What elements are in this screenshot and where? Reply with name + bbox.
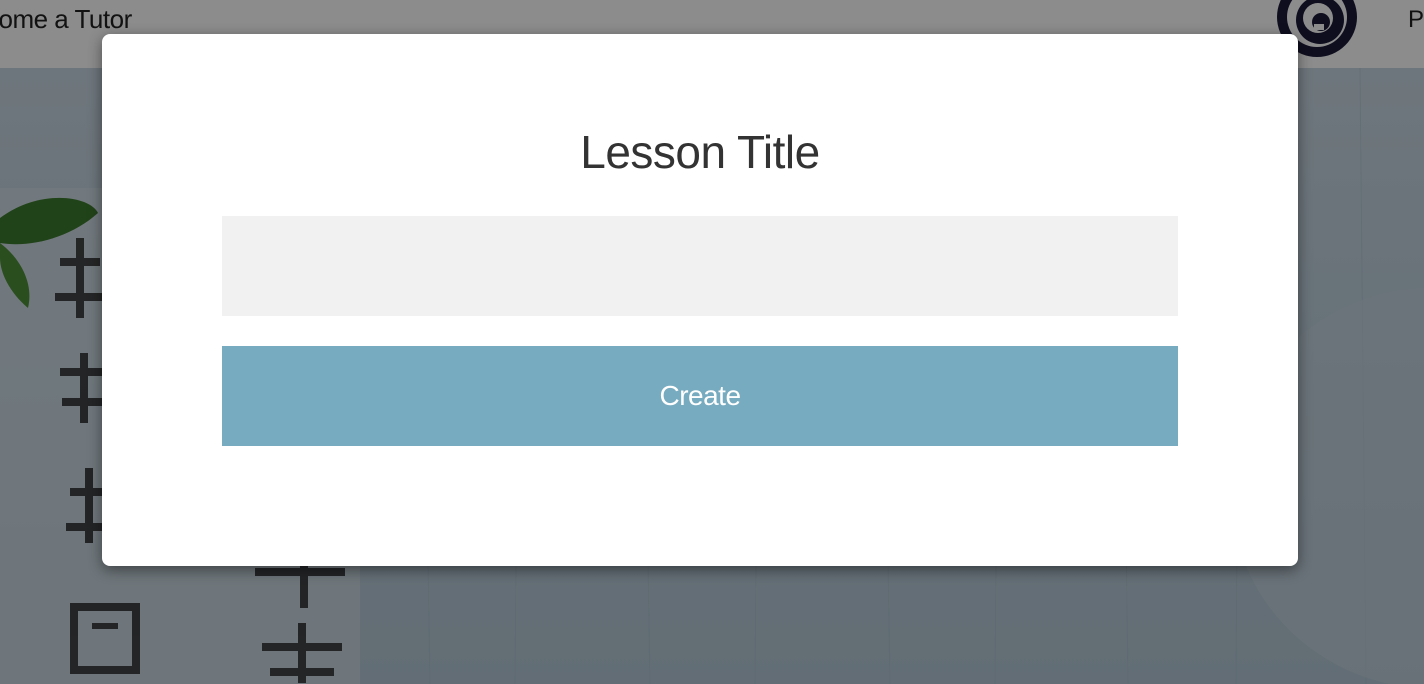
create-lesson-dialog: Lesson Title Create (102, 34, 1298, 566)
dialog-title: Lesson Title (580, 126, 820, 178)
lesson-title-input[interactable] (222, 216, 1178, 316)
page: come a Tutor P Lesson Title Create (0, 0, 1424, 684)
create-button[interactable]: Create (222, 346, 1178, 446)
